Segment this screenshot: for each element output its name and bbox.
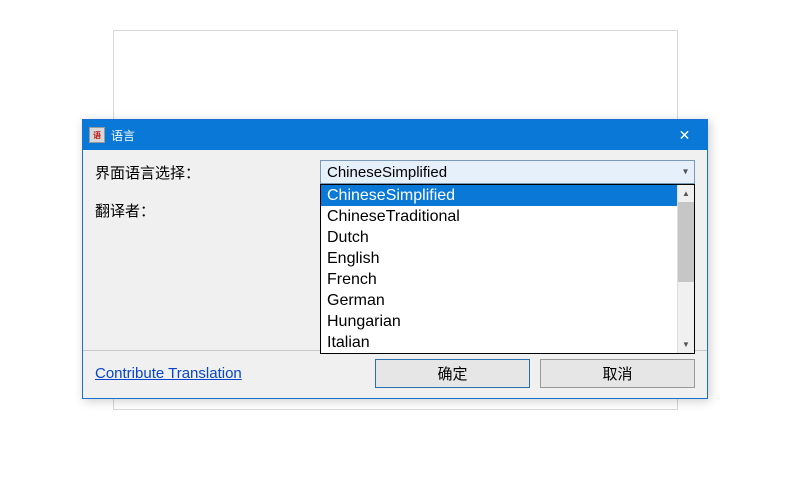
ui-language-combo: ChineseSimplified ▾ ChineseSimplifiedChi…	[320, 160, 695, 184]
dropdown-item[interactable]: Italian	[321, 332, 677, 353]
titlebar: 语 语言 ✕	[83, 120, 707, 150]
scroll-down-button[interactable]: ▼	[678, 336, 694, 353]
dropdown-item[interactable]: ChineseTraditional	[321, 206, 677, 227]
dropdown-item[interactable]: ChineseSimplified	[321, 185, 677, 206]
dropdown-item[interactable]: French	[321, 269, 677, 290]
dropdown-item[interactable]: Dutch	[321, 227, 677, 248]
dropdown-scrollbar[interactable]: ▲ ▼	[677, 185, 694, 353]
cancel-button[interactable]: 取消	[540, 359, 695, 388]
ui-language-row: 界面语言选择： ChineseSimplified ▾ ChineseSimpl…	[95, 160, 695, 184]
dropdown-item[interactable]: German	[321, 290, 677, 311]
chevron-down-icon: ▾	[683, 167, 688, 178]
button-row: Contribute Translation 确定 取消	[83, 350, 707, 398]
language-dialog: 语 语言 ✕ 界面语言选择： ChineseSimplified ▾ Chine…	[82, 119, 708, 399]
dropdown-item[interactable]: English	[321, 248, 677, 269]
dialog-body: 界面语言选择： ChineseSimplified ▾ ChineseSimpl…	[83, 150, 707, 350]
ui-language-dropdown: ChineseSimplifiedChineseTraditionalDutch…	[320, 184, 695, 354]
window-title: 语言	[111, 127, 662, 144]
dropdown-item[interactable]: Hungarian	[321, 311, 677, 332]
ui-language-select[interactable]: ChineseSimplified ▾	[320, 160, 695, 184]
scroll-track[interactable]	[678, 202, 694, 336]
translator-label: 翻译者：	[95, 198, 320, 221]
close-button[interactable]: ✕	[662, 120, 707, 150]
ui-language-selected-value: ChineseSimplified	[327, 164, 447, 181]
scroll-up-button[interactable]: ▲	[678, 185, 694, 202]
ok-button[interactable]: 确定	[375, 359, 530, 388]
dropdown-list: ChineseSimplifiedChineseTraditionalDutch…	[321, 185, 677, 353]
app-icon: 语	[89, 127, 105, 143]
contribute-translation-link[interactable]: Contribute Translation	[95, 365, 242, 382]
close-icon: ✕	[679, 127, 691, 144]
scroll-thumb[interactable]	[678, 202, 694, 282]
ui-language-label: 界面语言选择：	[95, 160, 320, 184]
